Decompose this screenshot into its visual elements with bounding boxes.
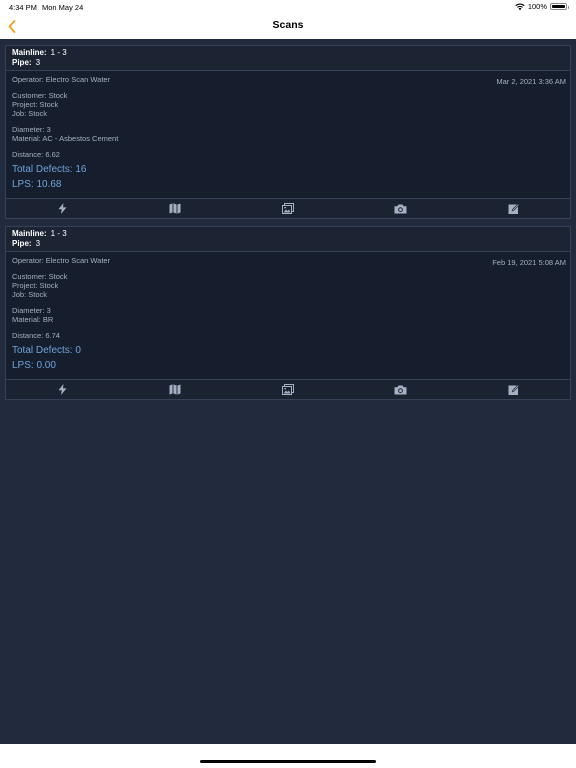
material-text: Material: AC - Asbestos Cement xyxy=(12,134,119,143)
map-icon xyxy=(169,203,181,214)
edit-button[interactable] xyxy=(457,199,570,218)
page-title: Scans xyxy=(272,19,304,31)
map-button[interactable] xyxy=(119,199,232,218)
scan-date: Mar 2, 2021 3:36 AM xyxy=(496,77,566,86)
lps-text: LPS: 0.00 xyxy=(12,360,56,371)
mainline-value: 1 - 3 xyxy=(50,48,67,57)
pipe-value: 3 xyxy=(35,239,41,248)
scan-card-header: Mainline: 1 - 3 Pipe: 3 xyxy=(6,227,570,252)
status-bar: 4:34 PM Mon May 24 100% xyxy=(0,0,576,14)
lps-text: LPS: 10.68 xyxy=(12,179,62,190)
scan-card-header: Mainline: 1 - 3 Pipe: 3 xyxy=(6,46,570,71)
edit-button[interactable] xyxy=(457,380,570,399)
pipe-row: Pipe: 3 xyxy=(12,239,564,249)
edit-icon xyxy=(508,202,520,214)
operator-text: Operator: Electro Scan Water xyxy=(12,256,111,265)
total-defects-text: Total Defects: 0 xyxy=(12,345,81,356)
image-button[interactable] xyxy=(232,199,345,218)
status-indicators: 100% xyxy=(515,2,569,11)
status-date: Mon May 24 xyxy=(42,3,84,12)
bolt-button[interactable] xyxy=(6,380,119,399)
project-text: Project: Stock xyxy=(12,281,59,290)
battery-icon xyxy=(550,3,569,10)
battery-percent: 100% xyxy=(527,2,547,11)
mainline-label: Mainline: xyxy=(12,229,47,238)
bolt-button[interactable] xyxy=(6,199,119,218)
battery-level xyxy=(552,5,565,8)
mainline-value: 1 - 3 xyxy=(50,229,67,238)
operator-text: Operator: Electro Scan Water xyxy=(12,75,111,84)
scan-card-actions xyxy=(6,198,570,218)
mainline-label: Mainline: xyxy=(12,48,47,57)
scan-card-body: Operator: Electro Scan Water Mar 2, 2021… xyxy=(6,71,570,198)
bolt-icon xyxy=(58,203,67,214)
map-icon xyxy=(169,384,181,395)
scan-card-actions xyxy=(6,379,570,399)
navigation-bar: Scans xyxy=(0,14,576,39)
material-text: Material: BR xyxy=(12,315,54,324)
camera-icon xyxy=(394,204,407,213)
scan-card[interactable]: Mainline: 1 - 3 Pipe: 3 Operator: Electro … xyxy=(5,226,571,400)
home-area xyxy=(0,744,576,768)
edit-icon xyxy=(508,383,520,395)
project-text: Project: Stock xyxy=(12,100,59,109)
camera-button[interactable] xyxy=(344,199,457,218)
distance-text: Distance: 6.74 xyxy=(12,331,60,340)
scan-date: Feb 19, 2021 5:08 AM xyxy=(492,258,566,267)
customer-text: Customer: Stock xyxy=(12,272,68,281)
scan-card-body: Operator: Electro Scan Water Feb 19, 202… xyxy=(6,252,570,379)
camera-icon xyxy=(394,385,407,394)
scans-list[interactable]: Mainline: 1 - 3 Pipe: 3 Operator: Electro … xyxy=(0,39,576,744)
map-button[interactable] xyxy=(119,380,232,399)
pipe-value: 3 xyxy=(35,58,41,67)
pipe-label: Pipe: xyxy=(12,58,32,67)
status-time: 4:34 PM xyxy=(9,3,37,12)
job-text: Job: Stock xyxy=(12,290,48,299)
bolt-icon xyxy=(58,384,67,395)
total-defects-text: Total Defects: 16 xyxy=(12,164,87,175)
scan-card[interactable]: Mainline: 1 - 3 Pipe: 3 Operator: Electro … xyxy=(5,45,571,219)
camera-button[interactable] xyxy=(344,380,457,399)
customer-text: Customer: Stock xyxy=(12,91,68,100)
diameter-text: Diameter: 3 xyxy=(12,306,51,315)
mainline-row: Mainline: 1 - 3 xyxy=(12,229,564,239)
pipe-label: Pipe: xyxy=(12,239,32,248)
image-button[interactable] xyxy=(232,380,345,399)
job-text: Job: Stock xyxy=(12,109,48,118)
distance-text: Distance: 6.62 xyxy=(12,150,60,159)
home-indicator[interactable] xyxy=(200,760,376,763)
image-icon xyxy=(281,203,294,214)
wifi-icon xyxy=(515,3,525,10)
image-icon xyxy=(281,384,294,395)
mainline-row: Mainline: 1 - 3 xyxy=(12,48,564,58)
pipe-row: Pipe: 3 xyxy=(12,58,564,68)
diameter-text: Diameter: 3 xyxy=(12,125,51,134)
